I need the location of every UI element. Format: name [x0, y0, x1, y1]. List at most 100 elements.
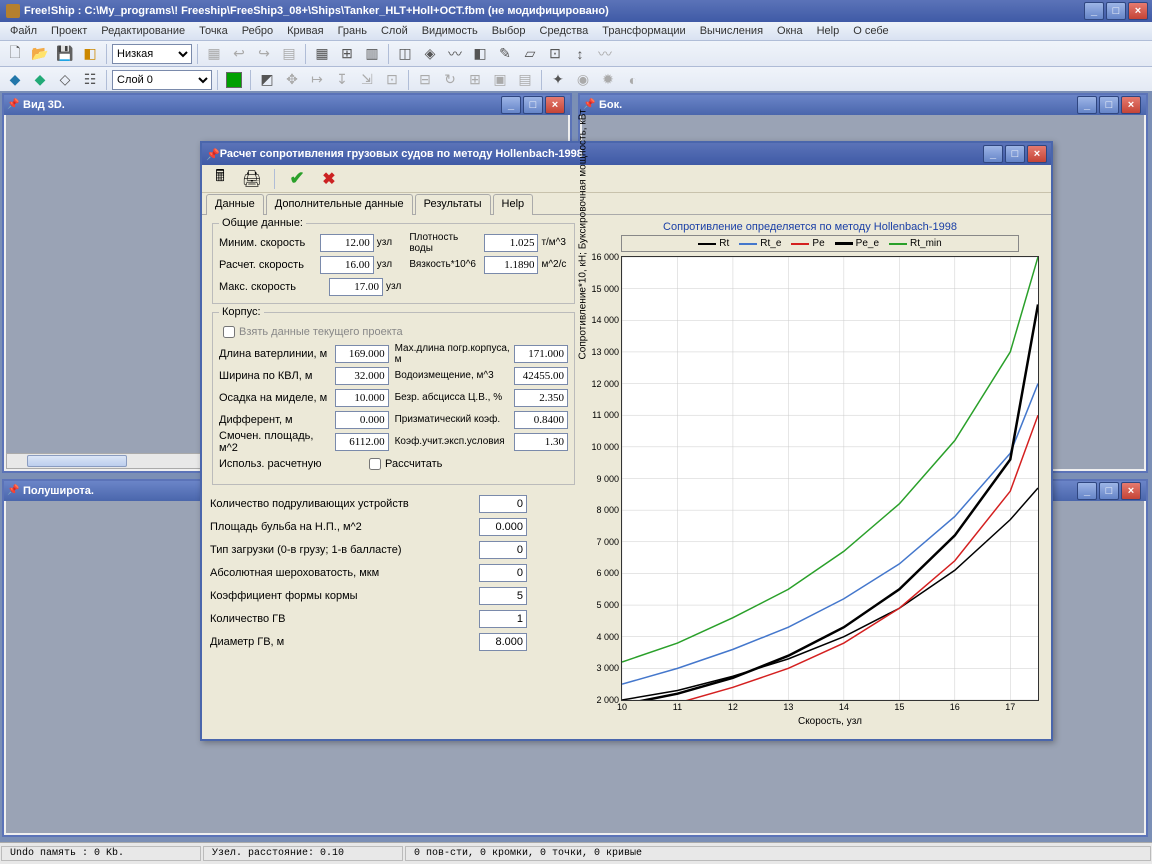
- tool-c-icon[interactable]: ↪: [253, 43, 275, 65]
- child-maximize-button[interactable]: □: [1099, 482, 1119, 500]
- wsa-input[interactable]: [335, 433, 389, 451]
- menu-item-выбор[interactable]: Выбор: [486, 24, 532, 38]
- render-a-icon[interactable]: ◉: [572, 69, 594, 91]
- tool-h-icon[interactable]: ✎: [494, 43, 516, 65]
- abscissa-input[interactable]: [514, 389, 568, 407]
- use-project-checkbox[interactable]: [223, 326, 235, 338]
- exploit-input[interactable]: [514, 433, 568, 451]
- tab-0[interactable]: Данные: [206, 194, 264, 215]
- thrusters-input[interactable]: [479, 495, 527, 513]
- op-f-icon[interactable]: ⊟: [414, 69, 436, 91]
- dialog-close-button[interactable]: ×: [1027, 145, 1047, 163]
- new-icon[interactable]: 🗋: [4, 43, 26, 65]
- child-maximize-button[interactable]: □: [523, 96, 543, 114]
- child-close-button[interactable]: ×: [1121, 96, 1141, 114]
- tool-d-icon[interactable]: ▤: [278, 43, 300, 65]
- child-minimize-button[interactable]: _: [501, 96, 521, 114]
- info-icon[interactable]: ◧: [79, 43, 101, 65]
- tool-i-icon[interactable]: ▱: [519, 43, 541, 65]
- op-h-icon[interactable]: ⊞: [464, 69, 486, 91]
- stern-input[interactable]: [479, 587, 527, 605]
- dialog-minimize-button[interactable]: _: [983, 145, 1003, 163]
- op-i-icon[interactable]: ▣: [489, 69, 511, 91]
- star-icon[interactable]: ✦: [547, 69, 569, 91]
- op-a-icon[interactable]: ◩: [256, 69, 278, 91]
- calc-speed-input[interactable]: [320, 256, 374, 274]
- tab-2[interactable]: Результаты: [415, 194, 491, 215]
- op-e-icon[interactable]: ⊡: [381, 69, 403, 91]
- curve-icon[interactable]: 〰: [444, 43, 466, 65]
- menu-item-слой[interactable]: Слой: [375, 24, 414, 38]
- nprop-input[interactable]: [479, 610, 527, 628]
- move-icon[interactable]: ✥: [281, 69, 303, 91]
- tool-a-icon[interactable]: ▦: [203, 43, 225, 65]
- tool-k-icon[interactable]: ↕: [569, 43, 591, 65]
- child-close-button[interactable]: ×: [545, 96, 565, 114]
- op-d-icon[interactable]: ⇲: [356, 69, 378, 91]
- child-close-button[interactable]: ×: [1121, 482, 1141, 500]
- color-swatch[interactable]: [223, 69, 245, 91]
- min-speed-input[interactable]: [320, 234, 374, 252]
- tool-e-icon[interactable]: ◫: [394, 43, 416, 65]
- menu-item-кривая[interactable]: Кривая: [281, 24, 329, 38]
- save-icon[interactable]: 💾: [54, 43, 76, 65]
- layer-b-icon[interactable]: ◆: [29, 69, 51, 91]
- lwl-input[interactable]: [335, 345, 389, 363]
- menu-item-проект[interactable]: Проект: [45, 24, 93, 38]
- use-calc-checkbox[interactable]: [369, 458, 381, 470]
- open-icon[interactable]: 📂: [29, 43, 51, 65]
- render-b-icon[interactable]: ✹: [597, 69, 619, 91]
- cancel-button[interactable]: ✖: [317, 167, 341, 191]
- calc-icon[interactable]: 🖩: [208, 167, 232, 191]
- minimize-button[interactable]: _: [1084, 2, 1104, 20]
- child-minimize-button[interactable]: _: [1077, 96, 1097, 114]
- menu-item-грань[interactable]: Грань: [332, 24, 373, 38]
- op-j-icon[interactable]: ▤: [514, 69, 536, 91]
- tool-b-icon[interactable]: ↩: [228, 43, 250, 65]
- dialog-titlebar[interactable]: 📌 Расчет сопротивления грузовых судов по…: [202, 143, 1051, 165]
- menu-item-трансформации[interactable]: Трансформации: [596, 24, 691, 38]
- tool-j-icon[interactable]: ⊡: [544, 43, 566, 65]
- menu-item-точка[interactable]: Точка: [193, 24, 234, 38]
- roughness-input[interactable]: [479, 564, 527, 582]
- op-c-icon[interactable]: ↧: [331, 69, 353, 91]
- close-button[interactable]: ×: [1128, 2, 1148, 20]
- tab-1[interactable]: Дополнительные данные: [266, 194, 413, 215]
- layers-icon[interactable]: ☷: [79, 69, 101, 91]
- grid-b-icon[interactable]: ⊞: [336, 43, 358, 65]
- view3d-titlebar[interactable]: 📌 Вид 3D. _ □ ×: [4, 95, 570, 115]
- grid-a-icon[interactable]: ▦: [311, 43, 333, 65]
- draft-input[interactable]: [335, 389, 389, 407]
- bwl-input[interactable]: [335, 367, 389, 385]
- child-maximize-button[interactable]: □: [1099, 96, 1119, 114]
- op-g-icon[interactable]: ↻: [439, 69, 461, 91]
- menu-item-help[interactable]: Help: [811, 24, 846, 38]
- hullmax-input[interactable]: [514, 345, 568, 363]
- print-icon[interactable]: 🖨: [240, 167, 264, 191]
- render-c-icon[interactable]: ◐: [622, 69, 644, 91]
- bok-titlebar[interactable]: 📌 Бок. _ □ ×: [580, 95, 1146, 115]
- viscosity-input[interactable]: [484, 256, 538, 274]
- tool-l-icon[interactable]: 〰: [594, 43, 616, 65]
- quality-select[interactable]: Низкая: [112, 44, 192, 64]
- bulb-input[interactable]: [479, 518, 527, 536]
- prismatic-input[interactable]: [514, 411, 568, 429]
- tool-f-icon[interactable]: ◈: [419, 43, 441, 65]
- layer-a-icon[interactable]: ◆: [4, 69, 26, 91]
- menu-item-ребро[interactable]: Ребро: [236, 24, 279, 38]
- disp-input[interactable]: [514, 367, 568, 385]
- layer-select[interactable]: Слой 0: [112, 70, 212, 90]
- trim-input[interactable]: [335, 411, 389, 429]
- grid-c-icon[interactable]: ▥: [361, 43, 383, 65]
- layer-c-icon[interactable]: ◇: [54, 69, 76, 91]
- accept-button[interactable]: ✔: [285, 167, 309, 191]
- load-input[interactable]: [479, 541, 527, 559]
- menu-item-о себе[interactable]: О себе: [847, 24, 894, 38]
- tool-g-icon[interactable]: ◧: [469, 43, 491, 65]
- max-speed-input[interactable]: [329, 278, 383, 296]
- menu-item-редактирование[interactable]: Редактирование: [95, 24, 191, 38]
- menu-item-видимость[interactable]: Видимость: [416, 24, 484, 38]
- density-input[interactable]: [484, 234, 538, 252]
- menu-item-файл[interactable]: Файл: [4, 24, 43, 38]
- maximize-button[interactable]: □: [1106, 2, 1126, 20]
